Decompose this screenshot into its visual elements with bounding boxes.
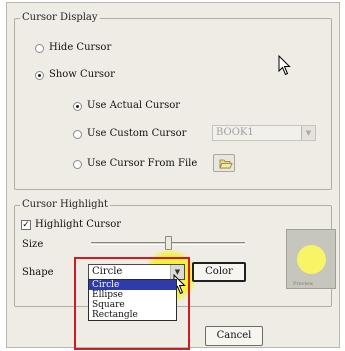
folder-open-icon	[219, 159, 233, 169]
color-button[interactable]: Color	[192, 262, 246, 282]
use-cursor-from-file-radio[interactable]	[73, 160, 82, 169]
preview-highlight-circle	[297, 245, 326, 274]
preview-caption: Preview	[293, 281, 314, 287]
cursor-highlight-legend: Cursor Highlight	[20, 199, 111, 211]
size-label: Size	[22, 239, 44, 250]
use-custom-cursor-radio[interactable]	[73, 130, 82, 139]
cancel-button[interactable]: Cancel	[205, 326, 263, 346]
show-cursor-radio[interactable]	[35, 71, 44, 80]
cursor-options-dialog: Cursor Display Hide Cursor Show Cursor U…	[6, 2, 340, 350]
browse-file-button[interactable]	[213, 154, 235, 172]
highlight-cursor-checkbox[interactable]: ✓	[21, 220, 31, 230]
highlight-preview: Preview	[286, 229, 336, 289]
highlight-cursor-label[interactable]: Highlight Cursor	[35, 219, 121, 231]
cursor-display-group: Cursor Display Hide Cursor Show Cursor U…	[14, 12, 332, 190]
use-custom-cursor-label[interactable]: Use Custom Cursor	[87, 128, 186, 140]
cursor-display-legend: Cursor Display	[20, 12, 100, 24]
hide-cursor-radio[interactable]	[35, 44, 44, 53]
show-cursor-label[interactable]: Show Cursor	[49, 69, 115, 81]
mouse-pointer-icon	[278, 55, 291, 76]
size-slider-thumb[interactable]	[164, 236, 172, 250]
custom-cursor-select[interactable]: BOOK1 ▼	[212, 125, 316, 141]
use-actual-cursor-radio[interactable]	[73, 102, 82, 111]
use-cursor-from-file-label[interactable]: Use Cursor From File	[87, 158, 197, 170]
hide-cursor-label[interactable]: Hide Cursor	[49, 42, 111, 54]
shape-label: Shape	[22, 267, 54, 278]
use-actual-cursor-label[interactable]: Use Actual Cursor	[87, 100, 180, 112]
annotation-box	[74, 257, 190, 350]
chevron-down-icon[interactable]: ▼	[301, 126, 315, 140]
custom-cursor-select-value: BOOK1	[216, 127, 254, 138]
